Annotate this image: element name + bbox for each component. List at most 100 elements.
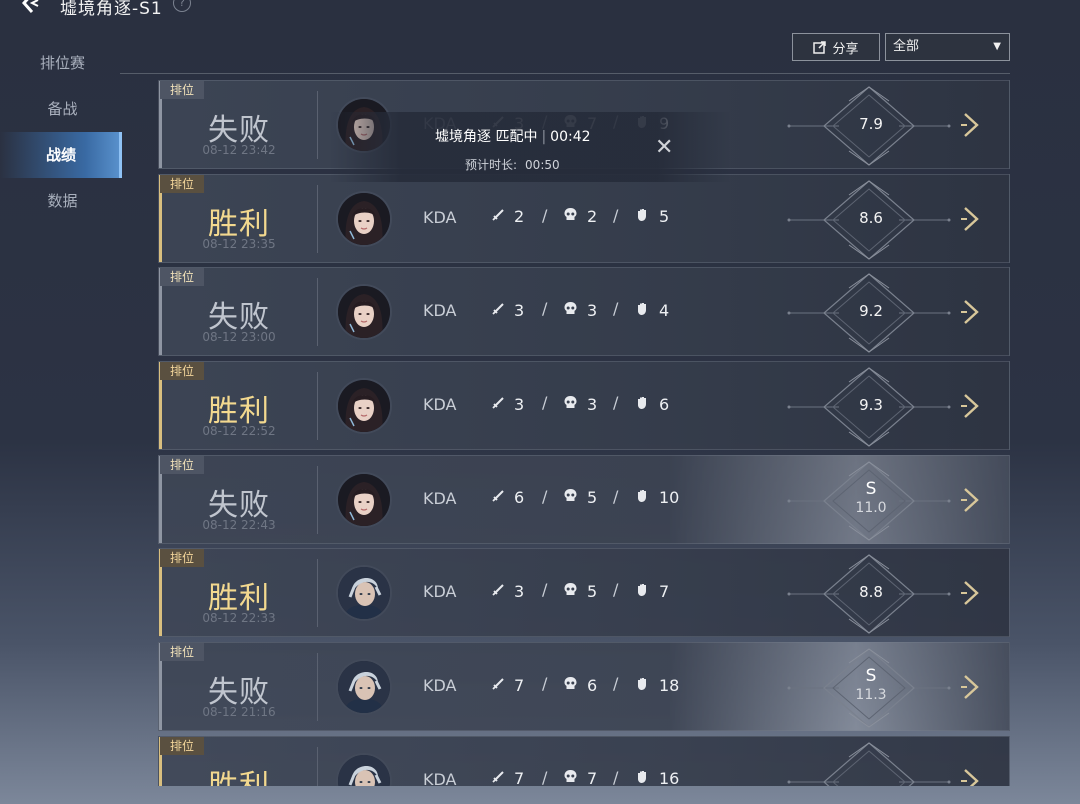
match-score: 9.2 <box>859 302 883 321</box>
hero-avatar <box>338 473 390 526</box>
separator: / <box>542 674 548 694</box>
deaths-stat: 3 <box>563 299 597 321</box>
match-row[interactable]: 排位 失败 08-12 23:00 KDA 3 / 3 / 4 9.2 <box>158 267 1010 357</box>
match-row[interactable]: 排位 失败 08-12 22:43 KDA 6 / 5 / 10 S 11.0 <box>158 454 1010 544</box>
divider <box>317 653 318 722</box>
hero-avatar <box>338 380 390 433</box>
deaths-stat: 3 <box>563 393 597 415</box>
sidebar-item-prepare[interactable]: 备战 <box>0 86 125 132</box>
assists-value: 18 <box>659 675 680 695</box>
divider <box>120 73 1010 74</box>
kda-label: KDA <box>423 676 457 696</box>
deaths-value: 5 <box>587 581 598 601</box>
skull-icon <box>563 207 587 226</box>
rank-tag: 排位 <box>160 643 204 662</box>
help-icon[interactable]: ? <box>173 0 191 12</box>
chevron-right-icon[interactable] <box>959 205 983 233</box>
rank-tag: 排位 <box>160 268 204 287</box>
deaths-value: 5 <box>587 488 598 508</box>
kills-stat: 7 <box>491 768 524 786</box>
grade-badge: S <box>865 666 877 687</box>
match-time: 08-12 23:42 <box>202 143 276 157</box>
assists-value: 10 <box>659 488 680 508</box>
chevron-right-icon[interactable] <box>959 767 983 786</box>
back-arrow-icon[interactable] <box>18 0 48 18</box>
match-time: 08-12 21:16 <box>202 705 276 720</box>
match-row[interactable]: 排位 失败 08-12 21:16 KDA 7 / 6 / 18 S 11.3 <box>158 642 1010 732</box>
match-score: 8.6 <box>859 208 883 227</box>
sidebar-item-data[interactable]: 数据 <box>0 178 125 224</box>
deaths-value: 3 <box>587 300 598 320</box>
matchmaking-elapsed: 00:42 <box>550 129 591 145</box>
chevron-right-icon[interactable] <box>959 486 983 514</box>
divider <box>317 91 318 159</box>
kills-stat: 3 <box>491 299 524 321</box>
chevron-right-icon[interactable] <box>959 673 983 701</box>
skull-icon <box>563 676 587 695</box>
assists-stat: 6 <box>635 393 669 415</box>
chevron-right-icon[interactable] <box>959 111 983 139</box>
separator: / <box>542 393 548 413</box>
skull-icon <box>563 395 587 414</box>
assists-stat: 18 <box>635 674 679 696</box>
assist-hand-icon <box>635 582 659 601</box>
match-time: 08-12 22:33 <box>202 611 276 626</box>
chevron-right-icon[interactable] <box>959 579 983 607</box>
assists-value: 16 <box>659 769 680 786</box>
kda-label: KDA <box>423 395 457 415</box>
match-time: 08-12 22:43 <box>202 517 276 532</box>
sword-icon <box>491 395 514 414</box>
match-list[interactable]: 排位 失败 08-12 23:42 KDA 3 / 7 / 9 7.9 排位 胜… <box>158 80 1010 786</box>
match-score: 8.8 <box>859 583 883 602</box>
match-row[interactable]: 排位 胜利 KDA 7 / 7 / 16 <box>158 735 1010 786</box>
match-row[interactable]: 排位 胜利 08-12 23:35 KDA 2 / 2 / 5 8.6 <box>158 173 1010 263</box>
matchmaking-banner: 墟境角逐 匹配中 | 00:42 预计时长: 00:50 ✕ <box>330 112 730 182</box>
match-row[interactable]: 排位 胜利 08-12 22:33 KDA 3 / 5 / 7 8.8 <box>158 548 1010 638</box>
kills-value: 6 <box>514 488 525 508</box>
deaths-value: 7 <box>587 769 598 786</box>
sword-icon <box>491 769 514 786</box>
close-icon[interactable]: ✕ <box>655 137 673 159</box>
match-score: 9.3 <box>859 396 883 415</box>
assist-hand-icon <box>635 676 659 695</box>
separator: / <box>613 205 619 225</box>
separator: / <box>613 674 619 694</box>
kills-stat: 3 <box>491 393 524 415</box>
hero-avatar <box>338 661 390 714</box>
chevron-right-icon[interactable] <box>959 298 983 326</box>
divider <box>317 184 318 253</box>
filter-dropdown[interactable]: 全部 ▼ <box>885 33 1010 61</box>
sidebar-item-records[interactable]: 战绩 <box>0 132 122 178</box>
kills-stat: 7 <box>491 674 524 696</box>
assists-value: 7 <box>659 581 670 601</box>
chevron-right-icon[interactable] <box>959 392 983 420</box>
match-row[interactable]: 排位 胜利 08-12 22:52 KDA 3 / 3 / 6 9.3 <box>158 361 1010 451</box>
sidebar-item-ranked[interactable]: 排位赛 <box>0 40 125 86</box>
kda-label: KDA <box>423 769 457 786</box>
sword-icon <box>491 676 514 695</box>
divider <box>317 465 318 534</box>
sword-icon <box>491 582 514 601</box>
divider <box>317 559 318 628</box>
sidebar: 排位赛 备战 战绩 数据 <box>0 40 125 224</box>
divider <box>317 372 318 441</box>
divider <box>317 278 318 347</box>
assists-stat: 10 <box>635 487 679 509</box>
rank-tag: 排位 <box>160 174 204 193</box>
assists-value: 6 <box>659 394 670 414</box>
hero-avatar <box>338 192 390 245</box>
rank-tag: 排位 <box>160 455 204 474</box>
hero-avatar <box>338 286 390 339</box>
separator: / <box>542 767 548 786</box>
assists-stat: 7 <box>635 580 669 602</box>
expected-time: 预计时长: 00:50 <box>465 156 560 173</box>
share-button[interactable]: 分享 <box>792 33 880 61</box>
grade-badge: S <box>865 478 877 499</box>
page-title: 墟境角逐-S1 <box>60 0 163 19</box>
assist-hand-icon <box>635 488 659 507</box>
matchmaking-mode: 墟境角逐 匹配中 <box>435 129 538 145</box>
separator: / <box>542 299 548 319</box>
rank-tag: 排位 <box>160 81 204 99</box>
assists-stat: 16 <box>635 768 679 786</box>
rank-tag: 排位 <box>160 736 204 755</box>
